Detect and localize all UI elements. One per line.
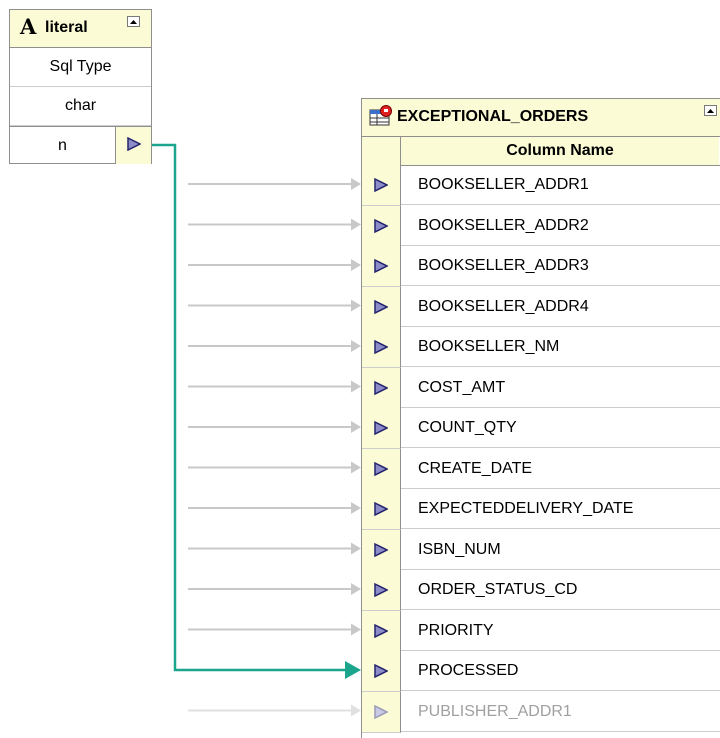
port-arrow-icon [374, 704, 388, 719]
column-row[interactable]: COST_AMT [362, 367, 720, 409]
column-name: BOOKSELLER_ADDR4 [401, 287, 720, 327]
column-name: BOOKSELLER_ADDR1 [401, 165, 720, 205]
port-arrow-icon [374, 542, 388, 557]
column-name: PRIORITY [401, 611, 720, 651]
table-header[interactable]: EXCEPTIONAL_ORDERS [362, 99, 720, 137]
column-row[interactable]: ISBN_NUM [362, 529, 720, 571]
column-name: COST_AMT [401, 368, 720, 408]
column-row[interactable]: BOOKSELLER_ADDR3 [362, 246, 720, 287]
column-input-port[interactable] [362, 327, 401, 368]
unmapped-connector-arrowhead [351, 259, 361, 271]
unmapped-connector-arrowhead [351, 380, 361, 393]
column-input-port[interactable] [362, 489, 401, 530]
port-arrow-icon [374, 178, 388, 192]
column-name: ISBN_NUM [401, 530, 720, 570]
column-input-port[interactable] [362, 570, 401, 611]
port-arrow-icon [374, 461, 388, 476]
column-name: PUBLISHER_ADDR1 [401, 692, 720, 732]
column-input-port[interactable] [362, 286, 401, 328]
column-input-port[interactable] [362, 448, 401, 490]
column-input-port[interactable] [362, 529, 401, 571]
unmapped-connector-arrowhead [351, 340, 361, 352]
unmapped-connector-arrowhead [351, 542, 361, 555]
port-arrow-icon [374, 299, 388, 314]
column-input-port[interactable] [362, 408, 401, 449]
column-name-header: Column Name [401, 137, 719, 165]
port-arrow-icon [374, 421, 388, 435]
unmapped-connector-arrowhead [351, 461, 361, 474]
column-name: BOOKSELLER_ADDR3 [401, 246, 720, 286]
column-row[interactable]: PUBLISHER_ADDR1 [362, 691, 720, 733]
unmapped-connector-arrowhead [351, 299, 361, 312]
column-row[interactable]: COUNT_QTY [362, 408, 720, 449]
collapse-up-icon[interactable] [704, 105, 717, 116]
unmapped-connector-arrowhead [351, 623, 361, 636]
column-name: BOOKSELLER_ADDR2 [401, 206, 720, 246]
port-arrow-icon [374, 583, 388, 597]
port-arrow-icon [374, 623, 388, 638]
column-input-port[interactable] [362, 691, 401, 733]
unmapped-connector-arrowhead [351, 178, 361, 190]
port-arrow-icon [374, 218, 388, 233]
column-row[interactable]: PRIORITY [362, 610, 720, 652]
port-arrow-icon [374, 340, 388, 354]
table-operator[interactable]: EXCEPTIONAL_ORDERS Column Name BOOKSELLE… [361, 98, 720, 738]
column-row[interactable]: BOOKSELLER_ADDR2 [362, 205, 720, 247]
unmapped-connector-arrowhead [351, 704, 361, 717]
column-name: CREATE_DATE [401, 449, 720, 489]
port-arrow-icon [374, 259, 388, 273]
column-row[interactable]: BOOKSELLER_ADDR1 [362, 165, 720, 206]
column-name: PROCESSED [401, 651, 720, 691]
column-name: COUNT_QTY [401, 408, 720, 448]
unmapped-connector-arrowhead [351, 583, 361, 595]
column-input-port[interactable] [362, 205, 401, 247]
column-input-port[interactable] [362, 651, 401, 692]
column-input-port[interactable] [362, 367, 401, 409]
table-title: EXCEPTIONAL_ORDERS [397, 108, 589, 125]
column-input-port[interactable] [362, 165, 401, 206]
port-arrow-icon [374, 664, 388, 678]
column-name: BOOKSELLER_NM [401, 327, 720, 367]
column-row[interactable]: BOOKSELLER_NM [362, 327, 720, 368]
column-name: ORDER_STATUS_CD [401, 570, 720, 610]
column-row[interactable]: ORDER_STATUS_CD [362, 570, 720, 611]
port-arrow-icon [374, 380, 388, 395]
column-row[interactable]: PROCESSED [362, 651, 720, 692]
column-input-port[interactable] [362, 246, 401, 287]
mapped-connector-arrowhead [345, 661, 361, 679]
column-row[interactable]: EXPECTEDDELIVERY_DATE [362, 489, 720, 530]
column-row[interactable]: BOOKSELLER_ADDR4 [362, 286, 720, 328]
column-name: EXPECTEDDELIVERY_DATE [401, 489, 720, 529]
table-icon [369, 105, 392, 126]
column-header-row: Column Name [362, 137, 720, 166]
column-row[interactable]: CREATE_DATE [362, 448, 720, 490]
column-input-port[interactable] [362, 610, 401, 652]
column-header-port-cell [362, 137, 401, 165]
unmapped-connector-arrowhead [351, 218, 361, 231]
unmapped-connector-arrowhead [351, 421, 361, 433]
unmapped-connector-arrowhead [351, 502, 361, 514]
port-arrow-icon [374, 502, 388, 516]
